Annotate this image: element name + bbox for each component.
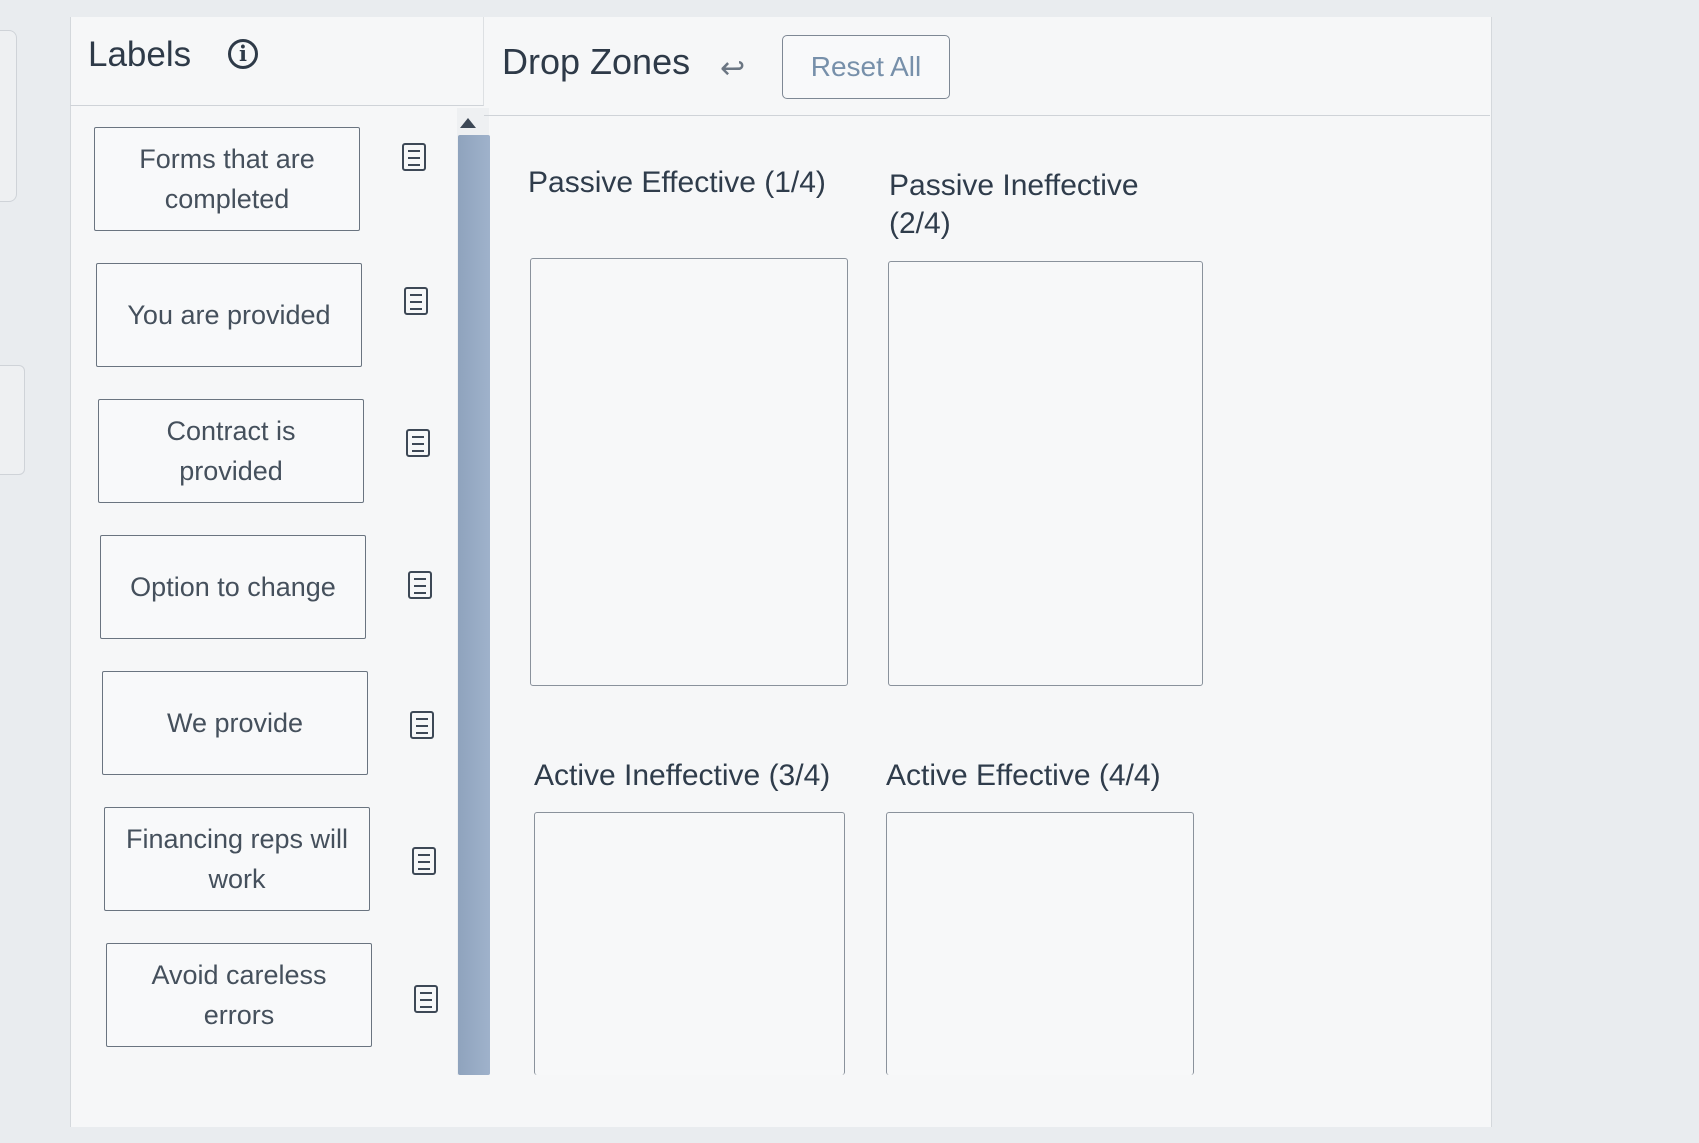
- drop-zone-active-ineffective[interactable]: [534, 812, 845, 1075]
- label-card[interactable]: Forms that are completed: [94, 127, 360, 231]
- label-card[interactable]: Avoid careless errors: [106, 943, 372, 1047]
- labels-header: Labels i: [70, 17, 484, 106]
- label-text: Avoid careless errors: [151, 960, 327, 1030]
- info-icon[interactable]: i: [228, 39, 258, 69]
- label-card[interactable]: We provide: [102, 671, 368, 775]
- label-text: You are provided: [127, 300, 331, 330]
- scroll-up-arrow-icon[interactable]: [460, 118, 476, 128]
- drop-zones-header: Drop Zones ↩ Reset All: [484, 17, 1490, 116]
- label-card[interactable]: Financing reps will work: [104, 807, 370, 911]
- scrollbar-thumb[interactable]: [458, 135, 490, 1075]
- label-list: Forms that are completed You are provide…: [70, 105, 460, 1075]
- label-card[interactable]: Option to change: [100, 535, 366, 639]
- note-icon[interactable]: [402, 143, 426, 171]
- label-text: Contract is provided: [166, 416, 296, 486]
- reset-all-button[interactable]: Reset All: [782, 35, 950, 99]
- zone-title-active-ineffective: Active Ineffective (3/4): [534, 759, 831, 792]
- zone-title-passive-ineffective: Passive Ineffective (2/4): [889, 169, 1139, 240]
- label-text: We provide: [166, 708, 304, 738]
- label-text: Forms that are completed: [139, 144, 315, 214]
- note-icon[interactable]: [404, 287, 428, 315]
- note-icon[interactable]: [412, 847, 436, 875]
- label-text: Option to change: [130, 572, 336, 602]
- note-icon[interactable]: [410, 711, 434, 739]
- undo-arrow-icon[interactable]: ↩: [720, 51, 745, 86]
- zone-title-active-effective: Active Effective (4/4): [886, 759, 1161, 792]
- side-tab: [0, 30, 17, 202]
- label-card[interactable]: Contract is provided: [98, 399, 364, 503]
- labels-title: Labels: [88, 35, 192, 74]
- label-card[interactable]: You are provided: [96, 263, 362, 367]
- note-icon[interactable]: [406, 429, 430, 457]
- drop-zones-title: Drop Zones: [502, 41, 691, 82]
- drop-zone-passive-effective[interactable]: [530, 258, 848, 686]
- side-tab: [0, 365, 25, 475]
- drop-zone-active-effective[interactable]: [886, 812, 1194, 1075]
- zone-title-passive-effective: Passive Effective (1/4): [528, 166, 826, 199]
- note-icon[interactable]: [408, 571, 432, 599]
- drop-zone-passive-ineffective[interactable]: [888, 261, 1203, 686]
- label-text: Financing reps will work: [125, 824, 349, 894]
- note-icon[interactable]: [414, 985, 438, 1013]
